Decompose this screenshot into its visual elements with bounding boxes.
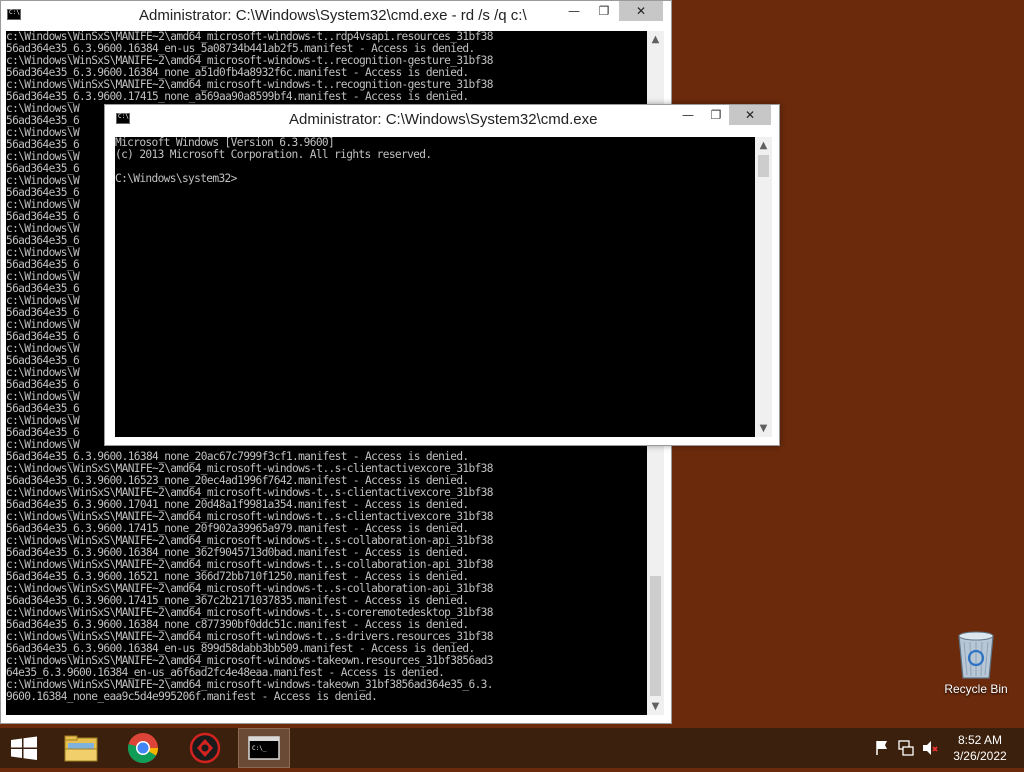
close-button[interactable]: ✕ — [619, 1, 663, 21]
console-line: 56ad364e35_6.3.9600.17415_none_a569aa90a… — [6, 90, 469, 103]
scroll-down-icon[interactable]: ▼ — [647, 698, 664, 715]
red-app-button[interactable] — [182, 728, 228, 768]
cmd-window-foreground[interactable]: Administrator: C:\Windows\System32\cmd.e… — [104, 104, 780, 446]
restore-button[interactable]: ❐ — [589, 1, 619, 21]
title-bar[interactable]: Administrator: C:\Windows\System32\cmd.e… — [1, 1, 671, 31]
cmd-icon — [116, 113, 130, 124]
window-title: Administrator: C:\Windows\System32\cmd.e… — [139, 7, 527, 24]
recycle-bin-icon — [958, 631, 994, 679]
scroll-up-icon[interactable]: ▲ — [755, 137, 772, 154]
network-icon[interactable] — [896, 728, 916, 768]
cmd-icon: C:\_ — [248, 736, 280, 760]
chrome-icon — [127, 733, 158, 764]
recycle-bin-label: Recycle Bin — [944, 682, 1008, 696]
volume-muted-icon[interactable] — [920, 728, 940, 768]
system-clock[interactable]: 8:52 AM 3/26/2022 — [942, 732, 1018, 764]
red-shield-app-icon — [189, 732, 221, 764]
chrome-button[interactable] — [120, 728, 166, 768]
minimize-button[interactable]: — — [559, 1, 589, 21]
console-line: (c) 2013 Microsoft Corporation. All righ… — [115, 148, 432, 161]
folder-icon — [64, 735, 98, 762]
title-bar[interactable]: Administrator: C:\Windows\System32\cmd.e… — [105, 105, 779, 135]
scroll-thumb[interactable] — [758, 155, 769, 177]
clock-time: 8:52 AM — [957, 733, 1003, 747]
scroll-up-icon[interactable]: ▲ — [647, 31, 664, 48]
scroll-down-icon[interactable]: ▼ — [755, 420, 772, 437]
flag-icon[interactable] — [872, 728, 892, 768]
console-line: C:\Windows\system32> — [115, 172, 237, 185]
console-output[interactable]: Microsoft Windows [Version 6.3.9600] (c) … — [115, 137, 755, 437]
close-button[interactable]: ✕ — [729, 105, 771, 125]
windows-logo-icon — [11, 736, 37, 760]
console-line: 9600.16384_none_eaa9c5d4e995206f.manifes… — [6, 690, 378, 703]
restore-button[interactable]: ❐ — [701, 105, 731, 125]
vertical-scrollbar[interactable]: ▲ ▼ — [755, 137, 772, 437]
taskbar: C:\_ 8:52 AM 3/26/2022 — [0, 728, 1024, 768]
clock-date: 3/26/2022 — [953, 749, 1007, 763]
desktop: Recycle Bin Administrator: C:\Windows\Sy… — [0, 0, 1024, 728]
minimize-button[interactable]: — — [673, 105, 703, 125]
file-explorer-button[interactable] — [58, 728, 104, 768]
window-title: Administrator: C:\Windows\System32\cmd.e… — [289, 111, 598, 128]
start-button[interactable] — [0, 728, 48, 768]
command-prompt-button[interactable]: C:\_ — [238, 728, 290, 768]
cmd-icon — [7, 9, 21, 20]
svg-text:C:\_: C:\_ — [252, 745, 267, 752]
scroll-thumb[interactable] — [650, 576, 661, 696]
